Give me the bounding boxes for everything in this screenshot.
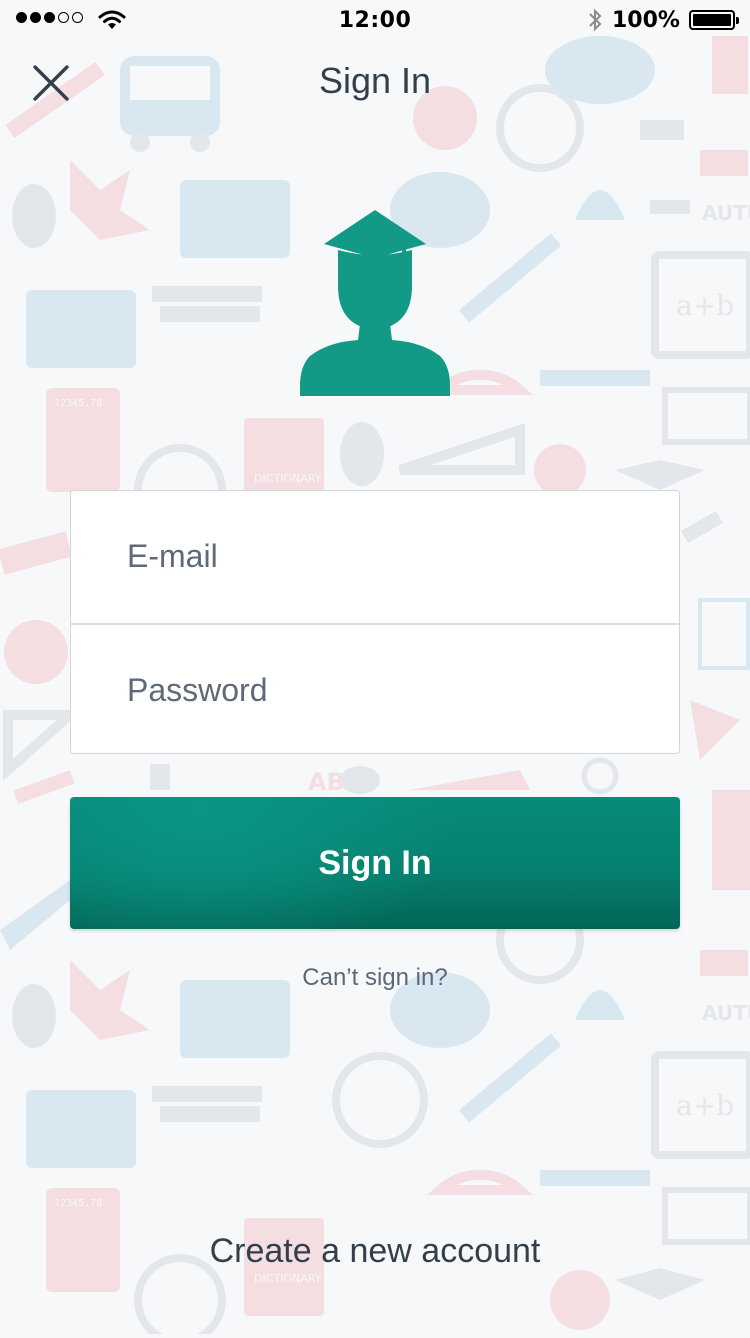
bg-math-text: a+b (676, 289, 734, 322)
graduate-user-icon (300, 210, 450, 396)
bg-dictionary-text-2: DICTIONARY (254, 1272, 322, 1285)
bg-calc-text: 12345.78 (54, 398, 102, 409)
page-title: Sign In (318, 60, 432, 101)
cant-sign-in-link[interactable]: Can’t sign in? (0, 964, 750, 992)
bg-dictionary-text: DICTIONARY (254, 472, 322, 485)
sign-in-button[interactable]: Sign In (70, 797, 680, 929)
bluetooth-icon (589, 8, 602, 32)
password-field[interactable] (71, 625, 679, 755)
sign-in-form (70, 490, 680, 755)
email-field[interactable] (71, 491, 679, 621)
create-account-link[interactable]: Create a new account (0, 1232, 750, 1271)
bg-autumn-text: AUTU (702, 201, 750, 225)
bg-autumn-text-2: AUTU (702, 1001, 750, 1025)
bg-math-text-2: a+b (676, 1089, 734, 1122)
nav-bar: Sign In (0, 40, 750, 124)
battery-icon (689, 10, 739, 30)
status-bar: 12:00 100% (0, 0, 750, 40)
bg-ab-text: AB (308, 768, 345, 796)
battery-percent: 100% (612, 8, 680, 33)
bg-calc-text-2: 12345.78 (54, 1198, 102, 1209)
